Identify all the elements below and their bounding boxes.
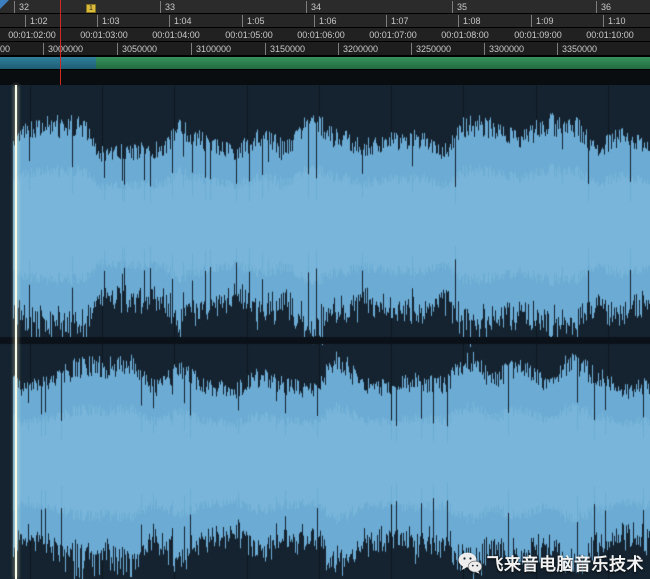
timecode-label: 00:01:04:00 [152, 30, 200, 40]
timecode-label: 00:01:06:00 [297, 30, 345, 40]
bar-label: 36 [595, 1, 612, 13]
timecode-label: 00:01:03:00 [80, 30, 128, 40]
bar-label: 33 [159, 1, 176, 13]
sample-label: 3300000 [483, 43, 525, 55]
timecode-label: 00:01:07:00 [369, 30, 417, 40]
timecode-label: 00:01:02:00 [8, 30, 56, 40]
ruler-gap [0, 70, 650, 85]
watermark-text: 飞来音电脑音乐技术 [486, 555, 644, 574]
waveform-canvas[interactable] [0, 85, 650, 579]
sample-label: 3350000 [556, 43, 598, 55]
selection-handle[interactable] [0, 0, 9, 9]
range-selected-segment[interactable] [0, 57, 96, 69]
second-label: 1:02 [25, 15, 48, 27]
timecode-label: 00:01:10:00 [586, 30, 634, 40]
watermark: 飞来音电脑音乐技术 [458, 550, 645, 575]
second-label: 1:04 [169, 15, 192, 27]
ruler-samples[interactable]: 00 3000000 3050000 3100000 3150000 3200000 325… [0, 42, 650, 56]
sample-label: 3250000 [410, 43, 452, 55]
sample-label: 00 [0, 44, 11, 54]
sample-label: 3100000 [190, 43, 232, 55]
second-label: 1:06 [314, 15, 337, 27]
ruler-playhead-line [60, 0, 61, 85]
second-label: 1:07 [386, 15, 409, 27]
bar-label: 35 [451, 1, 468, 13]
sample-label: 3150000 [264, 43, 306, 55]
timecode-label: 00:01:08:00 [441, 30, 489, 40]
zoom-range-bar[interactable] [0, 56, 650, 70]
sample-label: 3050000 [116, 43, 158, 55]
second-label: 1:09 [531, 15, 554, 27]
second-label: 1:10 [603, 15, 626, 27]
sample-label: 3200000 [337, 43, 379, 55]
bar-label: 32 [13, 1, 30, 13]
wechat-icon [458, 552, 482, 574]
ruler-bars[interactable]: 32 33 34 35 36 [0, 0, 650, 14]
ruler-timecode[interactable]: 00:01:02:00 00:01:03:00 00:01:04:00 00:01:0… [0, 28, 650, 42]
ruler-seconds[interactable]: 1:02 1:03 1:04 1:05 1:06 1:07 1:08 1:09 1:10 [0, 14, 650, 28]
waveform-area[interactable]: 飞来音电脑音乐技术 [0, 85, 650, 579]
audio-editor-window: 32 33 34 35 36 1:02 1:03 1:04 1:05 1:06 1:07 1:08 1… [0, 0, 650, 579]
second-label: 1:05 [242, 15, 265, 27]
timecode-label: 00:01:05:00 [225, 30, 273, 40]
bar-label: 34 [305, 1, 322, 13]
playhead-line[interactable] [15, 85, 17, 579]
second-label: 1:03 [97, 15, 120, 27]
marker-flag[interactable]: 1 [86, 4, 96, 13]
sample-label: 3000000 [42, 43, 84, 55]
second-label: 1:08 [458, 15, 481, 27]
timecode-label: 00:01:09:00 [514, 30, 562, 40]
